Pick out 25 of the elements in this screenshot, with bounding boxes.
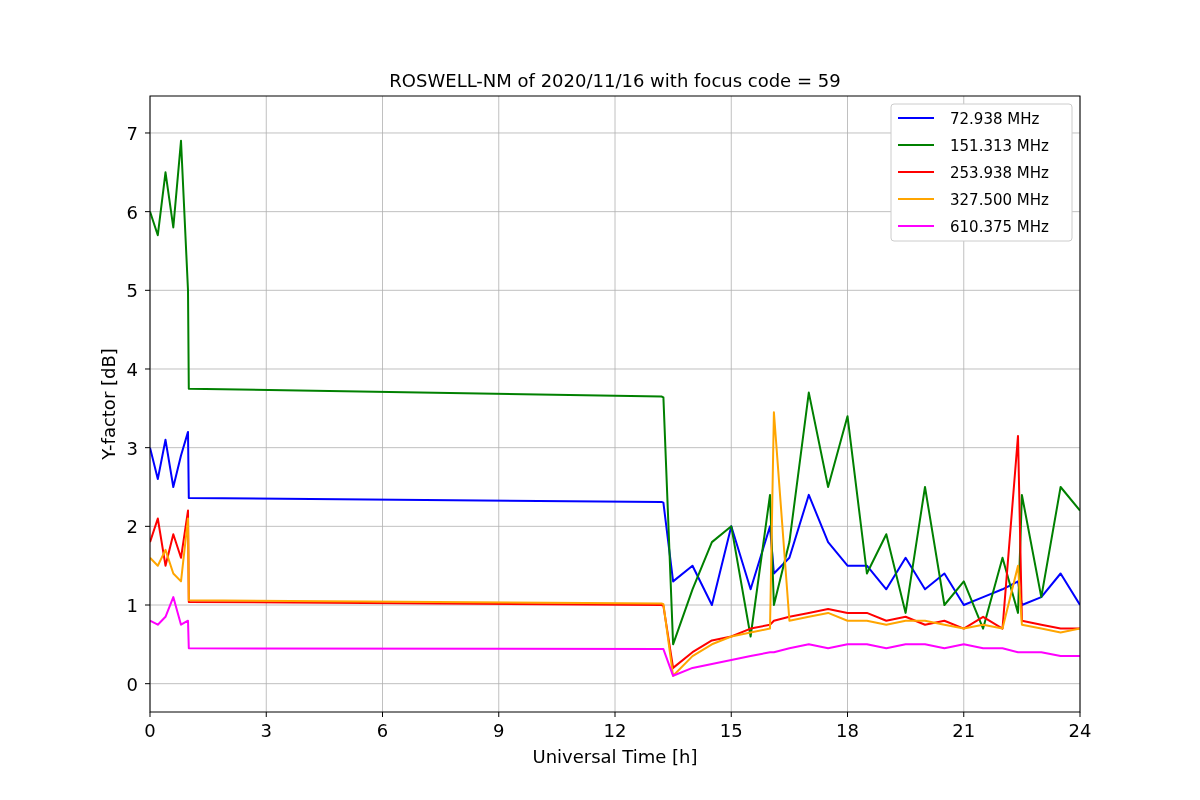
y-tick-label: 4 (126, 359, 138, 380)
legend-label: 151.313 MHz (950, 137, 1049, 155)
y-tick-label: 0 (126, 673, 138, 695)
y-tick-label: 3 (126, 437, 138, 459)
y-tick-label: 6 (126, 201, 138, 223)
legend-label: 72.938 MHz (950, 110, 1040, 128)
y-tick-label: 1 (126, 595, 138, 616)
y-tick-label: 5 (126, 280, 138, 302)
x-tick-label: 0 (144, 720, 156, 741)
x-tick-label: 6 (376, 720, 389, 741)
y-tick-label: 7 (126, 123, 138, 144)
legend-label: 327.500 MHz (950, 191, 1049, 209)
legend-label: 253.938 MHz (950, 164, 1049, 182)
x-tick-label: 18 (836, 720, 859, 741)
x-tick-label: 21 (952, 720, 976, 741)
y-tick-label: 2 (126, 516, 138, 538)
x-tick-label: 15 (719, 720, 743, 741)
x-tick-label: 24 (1068, 720, 1092, 741)
legend-label: 610.375 MHz (950, 218, 1049, 236)
x-tick-label: 9 (493, 720, 505, 741)
x-tick-label: 3 (260, 720, 272, 741)
x-axis-label: Universal Time [h] (532, 746, 698, 767)
chart-title: ROSWELL-NM of 2020/11/16 with focus code = 59 (389, 70, 841, 91)
y-axis-label: Y-factor [dB] (98, 348, 119, 460)
x-tick-label: 12 (603, 720, 627, 741)
